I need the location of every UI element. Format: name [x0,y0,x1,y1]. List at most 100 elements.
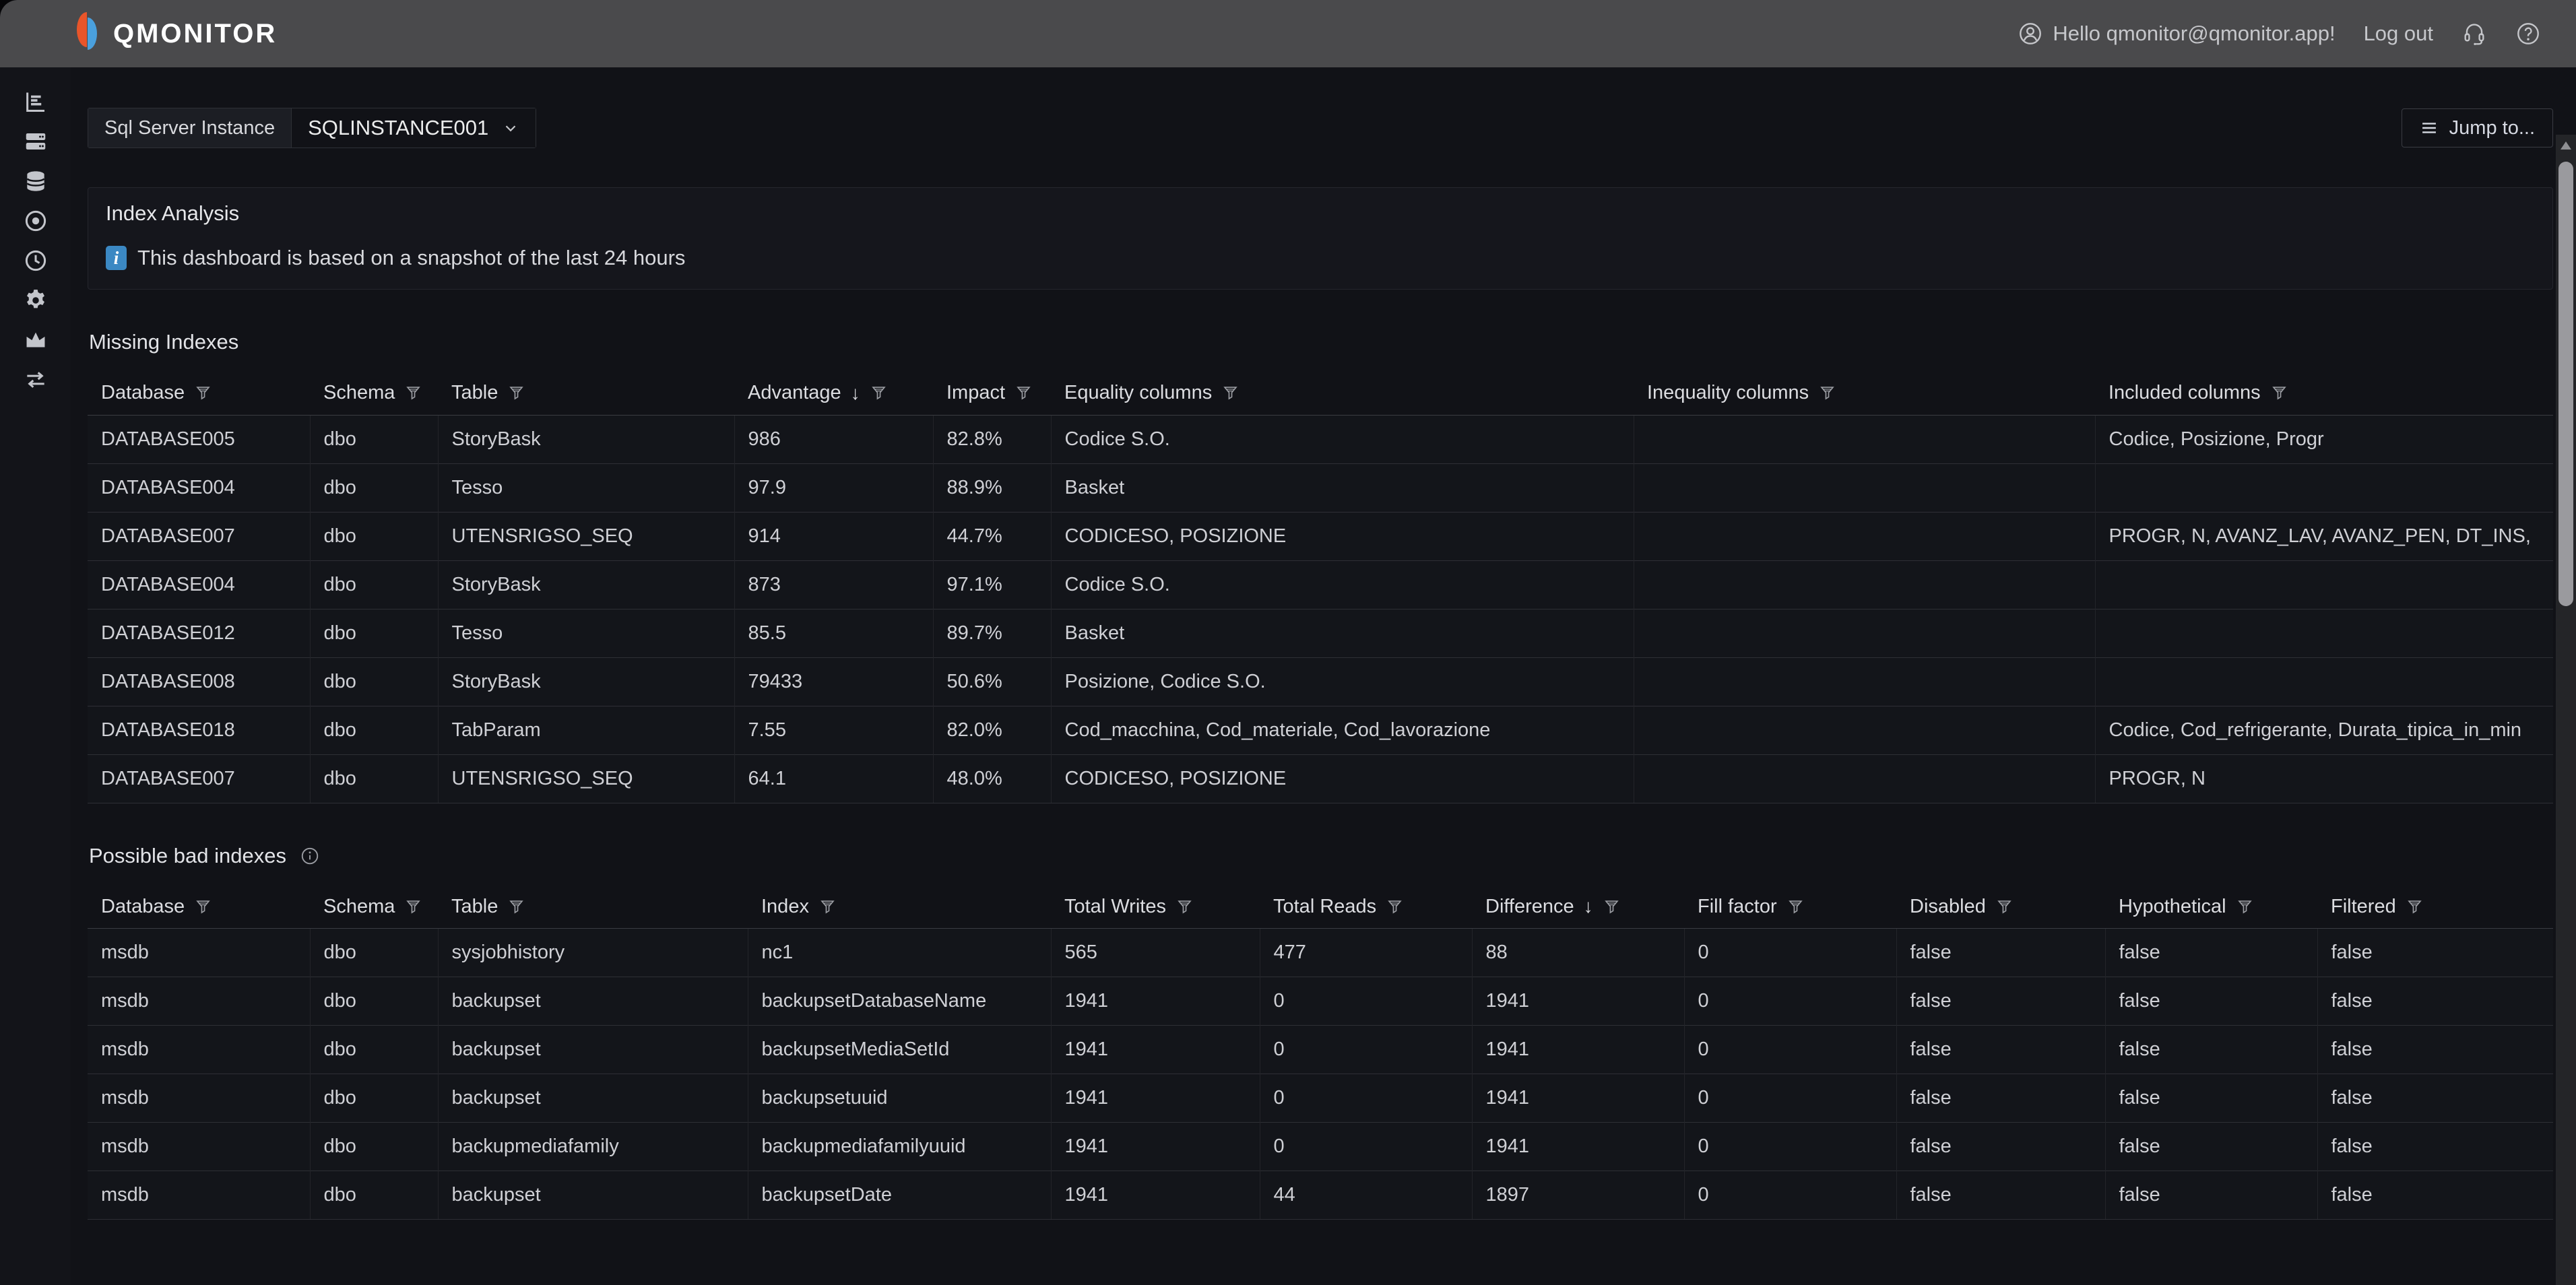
sidebar-item-gear[interactable] [21,288,51,313]
table-row: DATABASE004dboStoryBask87397.1%Codice S.… [88,560,2553,609]
sidebar-item-bar-chart[interactable] [21,89,51,114]
column-header-table[interactable]: Table [438,372,734,415]
table-cell: Codice, Posizione, Progr [2095,415,2553,463]
column-header-index[interactable]: Index [748,886,1051,929]
table-cell: 477 [1260,929,1472,977]
table-cell: false [2105,1171,2317,1220]
table-cell: false [1896,1123,2105,1171]
table-cell: dbo [310,1123,438,1171]
filter-icon[interactable] [507,898,525,916]
table-cell: StoryBask [438,560,734,609]
filter-icon[interactable] [1386,898,1404,916]
table-cell: DATABASE004 [88,463,310,512]
column-header-impact[interactable]: Impact [933,372,1051,415]
panel-title: Index Analysis [106,201,2535,226]
filter-icon[interactable] [2270,384,2288,402]
sidebar-item-circle-dot[interactable] [21,208,51,234]
filter-icon[interactable] [194,384,212,402]
table-cell: 0 [1684,1171,1896,1220]
column-header-total-reads[interactable]: Total Reads [1260,886,1472,929]
column-header-difference[interactable]: Difference↓ [1472,886,1684,929]
table-cell: DATABASE004 [88,560,310,609]
table-cell: false [2105,1123,2317,1171]
column-header-database[interactable]: Database [88,886,310,929]
help-button[interactable] [2515,21,2541,46]
table-cell: dbo [310,1026,438,1074]
table-cell: dbo [310,706,438,754]
table-cell: 1941 [1051,1123,1260,1171]
instance-picker-value[interactable]: SQLINSTANCE001 [292,108,536,147]
column-header-inequality-columns[interactable]: Inequality columns [1634,372,2095,415]
info-circle-icon[interactable] [300,846,320,866]
table-cell [2095,657,2553,706]
table-cell: StoryBask [438,415,734,463]
filter-icon[interactable] [404,384,422,402]
table-cell: 1941 [1051,1171,1260,1220]
column-header-table[interactable]: Table [438,886,748,929]
brand[interactable]: QMONITOR [73,7,277,61]
table-cell: StoryBask [438,657,734,706]
filter-icon[interactable] [1015,384,1033,402]
table-cell: dbo [310,609,438,657]
table-cell: 873 [734,560,933,609]
filter-icon[interactable] [1221,384,1239,402]
jump-to-button[interactable]: Jump to... [2402,108,2553,147]
filter-icon[interactable] [1818,384,1836,402]
column-header-total-writes[interactable]: Total Writes [1051,886,1260,929]
column-header-database[interactable]: Database [88,372,310,415]
column-header-hypothetical[interactable]: Hypothetical [2105,886,2317,929]
table-cell: false [2105,1074,2317,1123]
sidebar-item-swap-arrows[interactable] [21,367,51,393]
sidebar-item-clock[interactable] [21,248,51,273]
column-header-schema[interactable]: Schema [310,886,438,929]
table-cell: Tesso [438,609,734,657]
scroll-up-arrow[interactable] [2561,141,2571,150]
column-header-fill-factor[interactable]: Fill factor [1684,886,1896,929]
filter-icon[interactable] [1603,898,1621,916]
filter-icon[interactable] [1786,898,1805,916]
table-cell [1634,560,2095,609]
filter-icon[interactable] [404,898,422,916]
sort-desc-icon[interactable]: ↓ [851,383,860,404]
vertical-scrollbar[interactable] [2556,135,2576,1285]
table-cell: msdb [88,1123,310,1171]
filter-icon[interactable] [2236,898,2254,916]
filter-icon[interactable] [1176,898,1194,916]
column-header-advantage[interactable]: Advantage↓ [734,372,933,415]
table-cell: dbo [310,512,438,560]
filter-icon[interactable] [1995,898,2014,916]
column-header-filtered[interactable]: Filtered [2317,886,2553,929]
table-header-row: DatabaseSchemaTableIndexTotal WritesTota… [88,886,2553,929]
filter-icon[interactable] [507,384,525,402]
table-cell [1634,512,2095,560]
qmonitor-logo-icon [73,7,101,61]
table-cell: DATABASE007 [88,754,310,803]
column-header-included-columns[interactable]: Included columns [2095,372,2553,415]
table-cell: dbo [310,929,438,977]
missing-indexes-title: Missing Indexes [89,330,2553,354]
support-button[interactable] [2461,21,2487,46]
table-row: DATABASE008dboStoryBask7943350.6%Posizio… [88,657,2553,706]
logout-link[interactable]: Log out [2364,22,2433,46]
column-header-equality-columns[interactable]: Equality columns [1051,372,1634,415]
table-cell: 7.55 [734,706,933,754]
sidebar-item-server[interactable] [21,129,51,154]
column-header-schema[interactable]: Schema [310,372,438,415]
table-cell: 0 [1260,1074,1472,1123]
table-cell: dbo [310,415,438,463]
table-cell: 88.9% [933,463,1051,512]
filter-icon[interactable] [818,898,837,916]
filter-icon[interactable] [2406,898,2424,916]
filter-icon[interactable] [194,898,212,916]
scrollbar-thumb[interactable] [2558,162,2573,606]
help-icon [2515,21,2541,46]
column-header-disabled[interactable]: Disabled [1896,886,2105,929]
table-cell: 1941 [1472,1026,1684,1074]
filter-icon[interactable] [870,384,888,402]
table-cell: Tesso [438,463,734,512]
table-cell: false [1896,1074,2105,1123]
sidebar-item-crown[interactable] [21,327,51,353]
sort-desc-icon[interactable]: ↓ [1584,896,1593,917]
sidebar-item-database[interactable] [21,168,51,194]
table-cell: 48.0% [933,754,1051,803]
